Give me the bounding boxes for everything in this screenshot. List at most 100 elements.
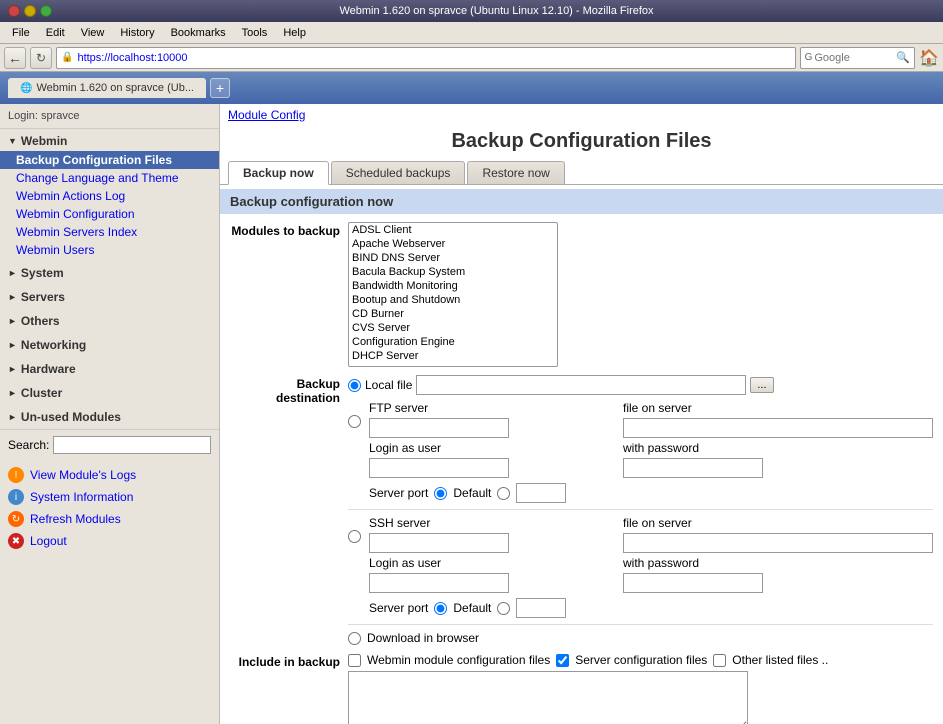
close-button[interactable]: [8, 5, 20, 17]
sidebar-group-cluster[interactable]: ► Cluster: [0, 383, 219, 403]
menu-tools[interactable]: Tools: [234, 25, 276, 41]
ftp-password-input[interactable]: [623, 458, 763, 478]
include-textarea[interactable]: [348, 671, 748, 724]
sidebar-group-system[interactable]: ► System: [0, 263, 219, 283]
module-dhcp[interactable]: DHCP Server: [349, 349, 557, 363]
sidebar-search-input[interactable]: [53, 436, 211, 454]
system-information-button[interactable]: i System Information: [8, 486, 211, 508]
module-bandwidth[interactable]: Bandwidth Monitoring: [349, 279, 557, 293]
with-password-label: with password: [623, 441, 933, 455]
arrow-right-icon: ►: [8, 412, 17, 422]
system-info-label: System Information: [30, 490, 133, 504]
ftp-section: FTP server Login as user Server port Def…: [348, 401, 933, 503]
sidebar-group-networking[interactable]: ► Networking: [0, 335, 219, 355]
server-config-checkbox[interactable]: [556, 654, 569, 667]
refresh-modules-button[interactable]: ↻ Refresh Modules: [8, 508, 211, 530]
sidebar-item-change-language[interactable]: Change Language and Theme: [0, 169, 219, 187]
menu-edit[interactable]: Edit: [38, 25, 73, 41]
ftp-port-input[interactable]: [516, 483, 566, 503]
view-module-logs-button[interactable]: ! View Module's Logs: [8, 464, 211, 486]
search-bar[interactable]: G 🔍: [800, 47, 915, 69]
backup-dest-content: Local file ... FTP server: [348, 375, 933, 645]
url-text: https://localhost:10000: [77, 52, 187, 64]
menu-view[interactable]: View: [73, 25, 113, 41]
system-section: ► System: [0, 261, 219, 285]
ftp-server-input[interactable]: [369, 418, 509, 438]
maximize-button[interactable]: [40, 5, 52, 17]
ftp-default-radio[interactable]: [434, 487, 447, 500]
reload-button[interactable]: ↻: [30, 47, 52, 69]
browser-tabbar: 🌐 Webmin 1.620 on spravce (Ub... +: [0, 72, 943, 104]
home-icon[interactable]: 🏠: [919, 48, 939, 68]
module-cvs[interactable]: CVS Server: [349, 321, 557, 335]
menu-help[interactable]: Help: [275, 25, 314, 41]
sidebar-group-hardware[interactable]: ► Hardware: [0, 359, 219, 379]
modules-listbox[interactable]: ADSL Client Apache Webserver BIND DNS Se…: [348, 222, 558, 367]
search-label: Search:: [8, 438, 49, 452]
module-bacula[interactable]: Bacula Backup System: [349, 265, 557, 279]
networking-group-label: Networking: [21, 338, 86, 352]
download-radio[interactable]: [348, 632, 361, 645]
ftp-login-input[interactable]: [369, 458, 509, 478]
new-tab-button[interactable]: +: [210, 78, 230, 98]
sidebar-item-backup-config[interactable]: Backup Configuration Files: [0, 151, 219, 169]
ssh-login-input[interactable]: [369, 573, 509, 593]
local-file-input[interactable]: [416, 375, 746, 395]
info-icon: i: [8, 489, 24, 505]
logout-button[interactable]: ✖ Logout: [8, 530, 211, 552]
ssh-custom-radio[interactable]: [497, 602, 510, 615]
ftp-radio[interactable]: [348, 415, 361, 428]
browser-tab-webmin[interactable]: 🌐 Webmin 1.620 on spravce (Ub...: [8, 78, 206, 98]
tab-scheduled-backups[interactable]: Scheduled backups: [331, 161, 466, 184]
window-controls[interactable]: [8, 5, 52, 17]
local-file-radio[interactable]: [348, 379, 361, 392]
ssh-file-on-server-label: file on server: [623, 516, 933, 530]
ssh-server-input[interactable]: [369, 533, 509, 553]
search-icon[interactable]: 🔍: [896, 51, 910, 64]
module-bind[interactable]: BIND DNS Server: [349, 251, 557, 265]
module-bootup[interactable]: Bootup and Shutdown: [349, 293, 557, 307]
server-config-label: Server configuration files: [575, 653, 707, 667]
minimize-button[interactable]: [24, 5, 36, 17]
navbar: ← ↻ 🔒 https://localhost:10000 G 🔍 🏠: [0, 44, 943, 72]
browse-button[interactable]: ...: [750, 377, 773, 393]
ftp-file-input[interactable]: [623, 418, 933, 438]
menu-bookmarks[interactable]: Bookmarks: [163, 25, 234, 41]
ssh-radio[interactable]: [348, 530, 361, 543]
ssh-file-input[interactable]: [623, 533, 933, 553]
tab-backup-now[interactable]: Backup now: [228, 161, 329, 185]
arrow-right-icon: ►: [8, 292, 17, 302]
url-bar[interactable]: 🔒 https://localhost:10000: [56, 47, 796, 69]
back-button[interactable]: ←: [4, 47, 26, 69]
sidebar-login: Login: spravce: [0, 104, 219, 129]
ftp-custom-radio[interactable]: [497, 487, 510, 500]
tab-backup-now-label: Backup now: [243, 166, 314, 180]
sidebar-item-servers-index[interactable]: Webmin Servers Index: [0, 223, 219, 241]
ssh-default-radio[interactable]: [434, 602, 447, 615]
module-config-link[interactable]: Module Config: [228, 108, 305, 122]
module-config-engine[interactable]: Configuration Engine: [349, 335, 557, 349]
module-apache[interactable]: Apache Webserver: [349, 237, 557, 251]
sidebar-item-actions-log[interactable]: Webmin Actions Log: [0, 187, 219, 205]
webmin-module-checkbox[interactable]: [348, 654, 361, 667]
menu-history[interactable]: History: [112, 25, 162, 41]
sidebar-group-others[interactable]: ► Others: [0, 311, 219, 331]
other-files-checkbox[interactable]: [713, 654, 726, 667]
backup-dest-label: Backup destination: [230, 375, 340, 405]
menu-file[interactable]: File: [4, 25, 38, 41]
ssh-port-input[interactable]: [516, 598, 566, 618]
divider-1: [348, 509, 933, 510]
other-files-label: Other listed files ..: [732, 653, 828, 667]
sidebar-group-webmin[interactable]: ▼ Webmin: [0, 131, 219, 151]
ssh-login-label: Login as user: [369, 556, 595, 570]
module-adsl[interactable]: ADSL Client: [349, 223, 557, 237]
sidebar-item-label: Webmin Servers Index: [16, 225, 137, 239]
sidebar-item-users[interactable]: Webmin Users: [0, 241, 219, 259]
sidebar-item-webmin-config[interactable]: Webmin Configuration: [0, 205, 219, 223]
ssh-password-input[interactable]: [623, 573, 763, 593]
sidebar-group-unused[interactable]: ► Un-used Modules: [0, 407, 219, 427]
search-input[interactable]: [814, 52, 894, 64]
tab-restore-now[interactable]: Restore now: [467, 161, 564, 184]
sidebar-group-servers[interactable]: ► Servers: [0, 287, 219, 307]
module-cd[interactable]: CD Burner: [349, 307, 557, 321]
